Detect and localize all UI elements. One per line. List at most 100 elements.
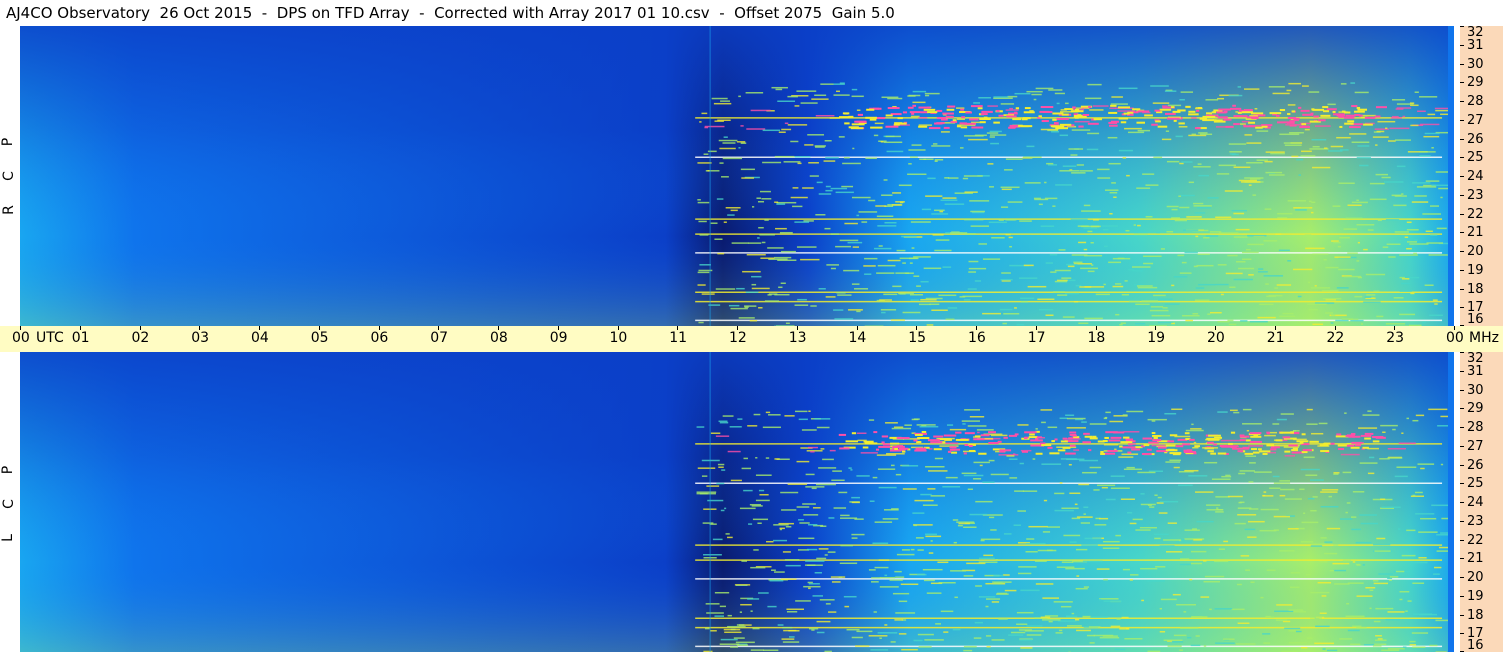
noise-speckle [1176,603,1197,606]
cb-band-speckle [1137,110,1150,113]
noise-speckle [834,318,854,320]
noise-speckle [738,95,741,98]
noise-speckle [851,283,860,285]
noise-speckle [1048,89,1063,91]
cb-band-speckle [927,439,940,442]
noise-speckle [1052,205,1056,207]
noise-speckle [1084,97,1102,100]
cb-band-speckle [1360,434,1372,437]
freq-tick-label: 25 [1467,150,1484,166]
noise-speckle [1089,616,1108,618]
cb-band-speckle [892,445,905,448]
noise-speckle [1357,145,1370,147]
noise-speckle [1058,249,1066,251]
freq-tick [1460,288,1464,290]
freq-tick [1460,213,1464,215]
noise-speckle [807,134,825,136]
noise-speckle [719,605,726,608]
cb-band-speckle [1061,113,1069,116]
noise-speckle [1410,124,1419,127]
noise-speckle [1387,611,1405,613]
noise-speckle [1147,418,1167,421]
cb-band-speckle [1237,111,1242,114]
noise-speckle [1179,162,1184,165]
noise-speckle [1044,181,1047,184]
noise-speckle [719,643,740,645]
noise-speckle [1273,529,1279,531]
cb-band-speckle [1354,113,1361,116]
noise-speckle [798,418,808,421]
cb-band-speckle [1296,440,1309,443]
noise-speckle [1338,182,1355,185]
noise-speckle [1310,545,1323,547]
noise-speckle [926,592,942,594]
noise-speckle [942,486,961,488]
noise-speckle [1422,213,1442,215]
noise-speckle [781,128,792,131]
noise-speckle [931,213,949,215]
noise-speckle [1115,283,1122,285]
noise-speckle [1137,129,1151,132]
time-tick-label: 22 [1326,330,1345,346]
noise-speckle [820,83,834,85]
noise-speckle [723,136,728,138]
noise-speckle [771,86,788,89]
noise-speckle [946,424,954,426]
noise-speckle [1233,278,1253,281]
cb-band-speckle [1336,114,1346,117]
freq-tick [1460,558,1464,560]
noise-speckle [879,637,882,639]
noise-speckle [1325,312,1334,314]
noise-speckle [721,469,726,471]
noise-speckle [934,159,944,161]
cb-band-speckle [912,104,917,107]
noise-speckle [701,293,715,295]
noise-speckle [1336,136,1351,139]
noise-speckle [1014,92,1031,95]
noise-speckle [1137,471,1156,474]
freq-tick [1460,464,1464,466]
noise-speckle [728,304,740,307]
noise-speckle [1340,83,1347,85]
noise-speckle [1427,113,1436,116]
noise-speckle [1274,287,1279,289]
noise-speckle [851,501,860,504]
noise-speckle [878,559,889,561]
noise-speckle [886,150,904,153]
noise-speckle [917,573,927,576]
noise-speckle [931,145,951,147]
noise-speckle [1272,92,1290,95]
noise-speckle [1269,487,1281,489]
noise-speckle [891,427,912,430]
noise-speckle [1188,181,1194,184]
chart-title: AJ4CO Observatory 26 Oct 2015 - DPS on T… [0,0,1460,26]
cb-band-speckle [1012,118,1022,121]
noise-speckle [1173,466,1180,469]
noise-speckle [910,115,920,118]
freq-tick [1460,352,1464,353]
pol-letter-r1: P [0,137,17,147]
noise-speckle [804,144,814,146]
noise-speckle [1059,482,1063,484]
noise-speckle [1333,569,1347,572]
noise-speckle [1114,648,1126,651]
noise-speckle [1000,186,1020,189]
cb-band-speckle [1343,116,1355,119]
noise-speckle [1332,562,1350,565]
noise-speckle [934,209,945,212]
noise-speckle [1048,620,1053,623]
noise-speckle [1098,598,1102,601]
noise-speckle [1350,516,1357,518]
noise-speckle [1001,206,1009,208]
noise-speckle [1340,453,1360,456]
noise-speckle [1011,631,1026,634]
noise-speckle [1279,550,1295,552]
noise-speckle [1262,494,1266,497]
noise-speckle [1318,561,1328,563]
freq-tick-label: 29 [1467,401,1484,417]
freq-tick [1460,44,1464,46]
noise-speckle [884,574,888,577]
noise-speckle [1071,172,1086,174]
noise-speckle [1115,534,1121,537]
noise-speckle [1257,271,1268,273]
